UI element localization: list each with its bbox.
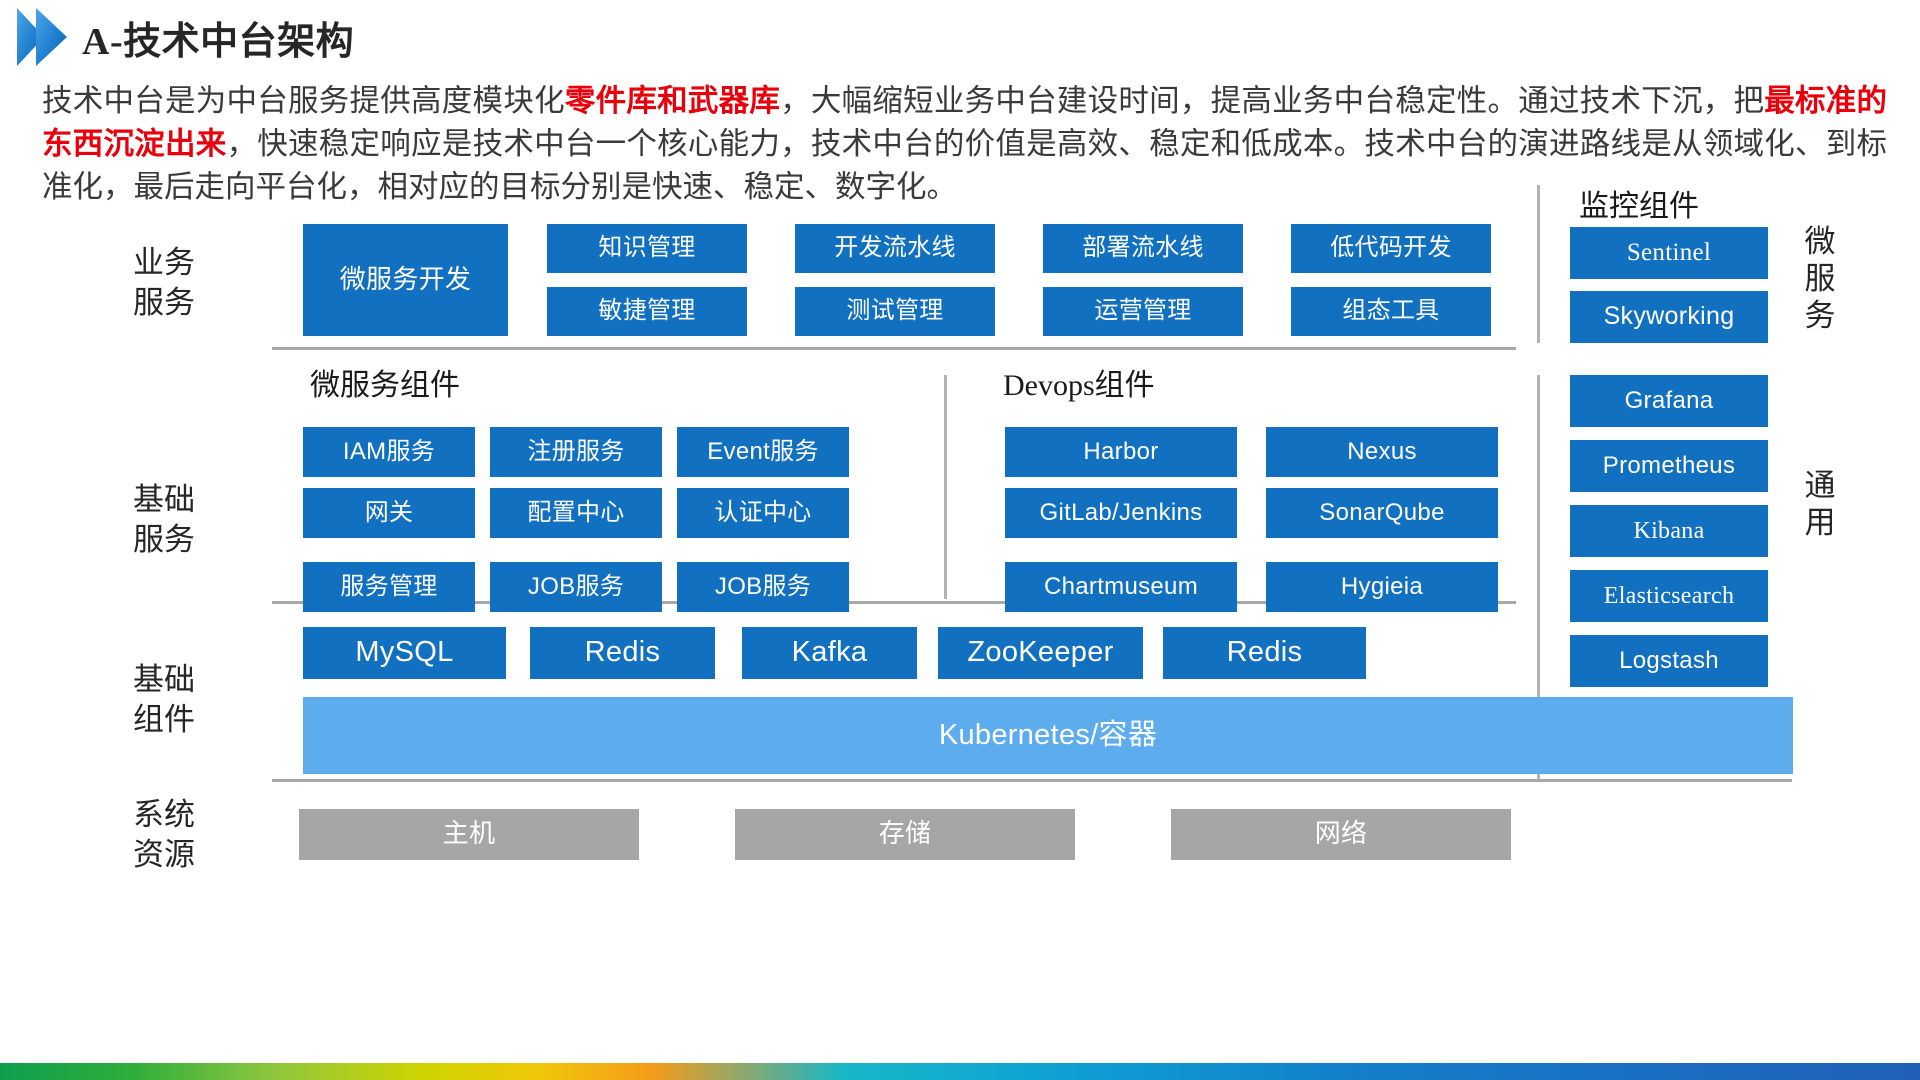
paragraph-text: 技术中台是为中台服务提供高度模块化 — [42, 84, 565, 118]
paragraph-text: ，大幅缩短业务中台建设时间，提高业务中台稳定性。通过技术下沉，把 — [780, 84, 1765, 118]
section-title-microservice-components: 微服务组件 — [310, 369, 460, 402]
box-business-2-bottom[interactable]: 测试管理 — [795, 287, 995, 336]
section-title-devops-components: Devops组件 — [1003, 369, 1155, 402]
box-ms-job-2[interactable]: JOB服务 — [677, 562, 849, 612]
box-ms-gateway[interactable]: 网关 — [303, 488, 475, 538]
box-ms-event[interactable]: Event服务 — [677, 427, 849, 477]
box-component-kafka[interactable]: Kafka — [742, 627, 917, 679]
box-general-logstash[interactable]: Logstash — [1570, 635, 1768, 687]
box-ms-auth-center[interactable]: 认证中心 — [677, 488, 849, 538]
box-business-4-top[interactable]: 低代码开发 — [1291, 224, 1491, 273]
box-component-redis-1[interactable]: Redis — [530, 627, 715, 679]
row-label-system-resource: 系统 资源 — [133, 797, 195, 872]
box-devops-gitlab-jenkins[interactable]: GitLab/Jenkins — [1005, 488, 1237, 538]
box-ms-register[interactable]: 注册服务 — [490, 427, 662, 477]
box-component-redis-2[interactable]: Redis — [1163, 627, 1366, 679]
paragraph-emphasis: 零件库和武器库 — [564, 84, 781, 118]
box-resource-storage[interactable]: 存储 — [735, 809, 1075, 860]
box-ms-config-center[interactable]: 配置中心 — [490, 488, 662, 538]
box-monitor-skyworking[interactable]: Skyworking — [1570, 291, 1768, 343]
box-ms-job-1[interactable]: JOB服务 — [490, 562, 662, 612]
box-general-elasticsearch[interactable]: Elasticsearch — [1570, 570, 1768, 622]
arrow-icon — [17, 8, 67, 66]
architecture-diagram: 业务 服务 基础 服务 基础 组件 系统 资源 微服务 通用 监控组件 微服务组件 De… — [0, 185, 1920, 1065]
row-label-base-service: 基础 服务 — [133, 482, 195, 557]
box-business-3-top[interactable]: 部署流水线 — [1043, 224, 1243, 273]
box-monitor-sentinel[interactable]: Sentinel — [1570, 227, 1768, 279]
box-general-grafana[interactable]: Grafana — [1570, 375, 1768, 427]
side-label-microservice: 微服务 — [1804, 224, 1836, 333]
box-component-mysql[interactable]: MySQL — [303, 627, 506, 679]
footer-gradient-bar — [0, 1063, 1920, 1080]
box-devops-hygieia[interactable]: Hygieia — [1266, 562, 1498, 612]
box-business-3-bottom[interactable]: 运营管理 — [1043, 287, 1243, 336]
box-business-1-top[interactable]: 知识管理 — [547, 224, 747, 273]
box-ms-iam[interactable]: IAM服务 — [303, 427, 475, 477]
box-general-prometheus[interactable]: Prometheus — [1570, 440, 1768, 492]
divider-business-base — [272, 347, 1516, 350]
side-label-general: 通用 — [1804, 468, 1836, 540]
box-resource-host[interactable]: 主机 — [299, 809, 639, 860]
box-resource-network[interactable]: 网络 — [1171, 809, 1511, 860]
box-component-zookeeper[interactable]: ZooKeeper — [938, 627, 1143, 679]
box-business-2-top[interactable]: 开发流水线 — [795, 224, 995, 273]
section-title-monitor: 监控组件 — [1579, 190, 1699, 223]
divider-vertical-devops — [944, 375, 947, 599]
box-platform-kubernetes[interactable]: Kubernetes/容器 — [303, 697, 1793, 774]
box-business-1-bottom[interactable]: 敏捷管理 — [547, 287, 747, 336]
box-ms-service-mgmt[interactable]: 服务管理 — [303, 562, 475, 612]
box-devops-nexus[interactable]: Nexus — [1266, 427, 1498, 477]
slide-title-row: A-技术中台架构 — [0, 4, 1920, 70]
row-label-business-service: 业务 服务 — [133, 245, 195, 320]
box-business-4-bottom[interactable]: 组态工具 — [1291, 287, 1491, 336]
page-title: A-技术中台架构 — [82, 20, 355, 63]
box-business-feature[interactable]: 微服务开发 — [303, 224, 508, 336]
box-devops-harbor[interactable]: Harbor — [1005, 427, 1237, 477]
divider-vertical-monitor — [1537, 185, 1540, 343]
row-label-base-component: 基础 组件 — [133, 662, 195, 737]
box-devops-sonarqube[interactable]: SonarQube — [1266, 488, 1498, 538]
box-devops-chartmuseum[interactable]: Chartmuseum — [1005, 562, 1237, 612]
box-general-kibana[interactable]: Kibana — [1570, 505, 1768, 557]
divider-component-resource — [272, 779, 1792, 782]
